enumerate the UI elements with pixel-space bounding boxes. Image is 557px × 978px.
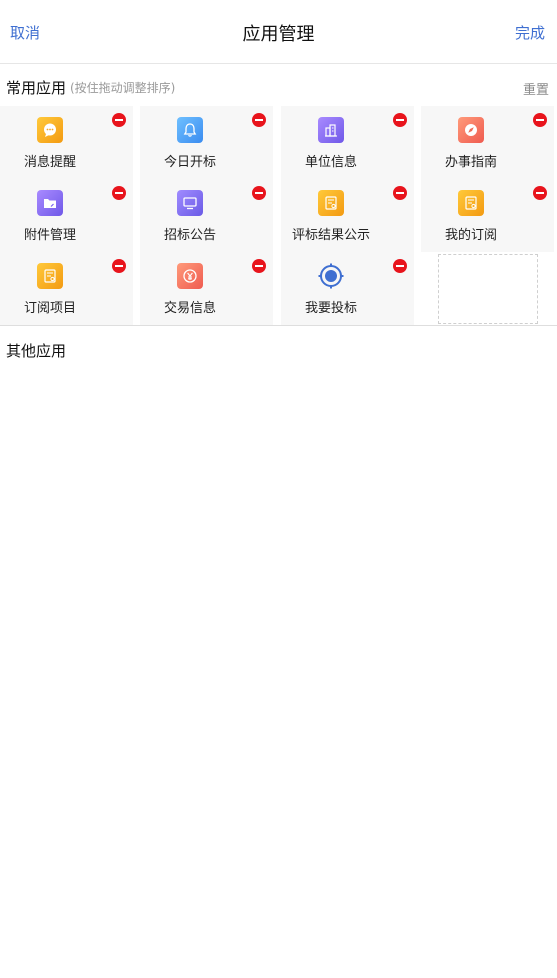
monitor-icon — [177, 190, 203, 216]
common-apps-title: 常用应用 — [6, 79, 67, 97]
remove-icon[interactable] — [252, 259, 266, 273]
yuan-coin-icon — [177, 263, 203, 289]
app-tile-message-reminder[interactable]: 消息提醒 — [0, 106, 133, 179]
top-nav-bar: 取消 应用管理 完成 — [0, 0, 557, 64]
sort-hint: (按住拖动调整排序) — [70, 81, 176, 95]
common-apps-grid: 消息提醒 今日开标 单位信息 办事指南 附件管理 招标公告 评标结果公示 我的订… — [0, 106, 557, 325]
app-label: 评标结果公示 — [291, 228, 370, 243]
remove-icon[interactable] — [393, 186, 407, 200]
done-button[interactable]: 完成 — [515, 22, 545, 43]
remove-icon[interactable] — [393, 259, 407, 273]
document-icon — [318, 190, 344, 216]
app-tile-tender-notice[interactable]: 招标公告 — [140, 179, 273, 252]
app-tile-service-guide[interactable]: 办事指南 — [421, 106, 554, 179]
remove-icon[interactable] — [533, 113, 547, 127]
app-label: 单位信息 — [304, 155, 357, 170]
app-tile-today-bid-opening[interactable]: 今日开标 — [140, 106, 273, 179]
remove-icon[interactable] — [112, 186, 126, 200]
app-label: 办事指南 — [444, 155, 497, 170]
app-tile-my-subscription[interactable]: 我的订阅 — [421, 179, 554, 252]
app-tile-subscribed-projects[interactable]: 订阅项目 — [0, 252, 133, 325]
remove-icon[interactable] — [393, 113, 407, 127]
target-icon — [318, 263, 344, 289]
app-tile-attachment-management[interactable]: 附件管理 — [0, 179, 133, 252]
folder-icon — [37, 190, 63, 216]
page-title: 应用管理 — [242, 24, 315, 45]
remove-icon[interactable] — [112, 259, 126, 273]
remove-icon[interactable] — [533, 186, 547, 200]
bell-icon — [177, 117, 203, 143]
building-icon — [318, 117, 344, 143]
app-label: 消息提醒 — [23, 155, 76, 170]
app-label: 招标公告 — [163, 228, 216, 243]
app-label: 订阅项目 — [23, 301, 76, 316]
remove-icon[interactable] — [112, 113, 126, 127]
app-tile-transaction-info[interactable]: 交易信息 — [140, 252, 273, 325]
app-label: 交易信息 — [163, 301, 216, 316]
remove-icon[interactable] — [252, 186, 266, 200]
other-apps-title: 其他应用 — [6, 342, 67, 360]
list-document-icon — [37, 263, 63, 289]
section-divider — [0, 325, 557, 326]
app-label: 附件管理 — [23, 228, 76, 243]
app-tile-evaluation-results[interactable]: 评标结果公示 — [281, 179, 414, 252]
app-tile-submit-bid[interactable]: 我要投标 — [281, 252, 414, 325]
drop-placeholder — [438, 254, 538, 324]
subscription-icon — [458, 190, 484, 216]
reset-button[interactable]: 重置 — [523, 79, 549, 98]
app-label: 今日开标 — [163, 155, 216, 170]
app-tile-unit-info[interactable]: 单位信息 — [281, 106, 414, 179]
remove-icon[interactable] — [252, 113, 266, 127]
app-label: 我的订阅 — [444, 228, 497, 243]
app-label: 我要投标 — [304, 301, 357, 316]
compass-icon — [458, 117, 484, 143]
common-apps-header: 常用应用 (按住拖动调整排序) 重置 — [0, 64, 557, 106]
chat-bubble-icon — [37, 117, 63, 143]
